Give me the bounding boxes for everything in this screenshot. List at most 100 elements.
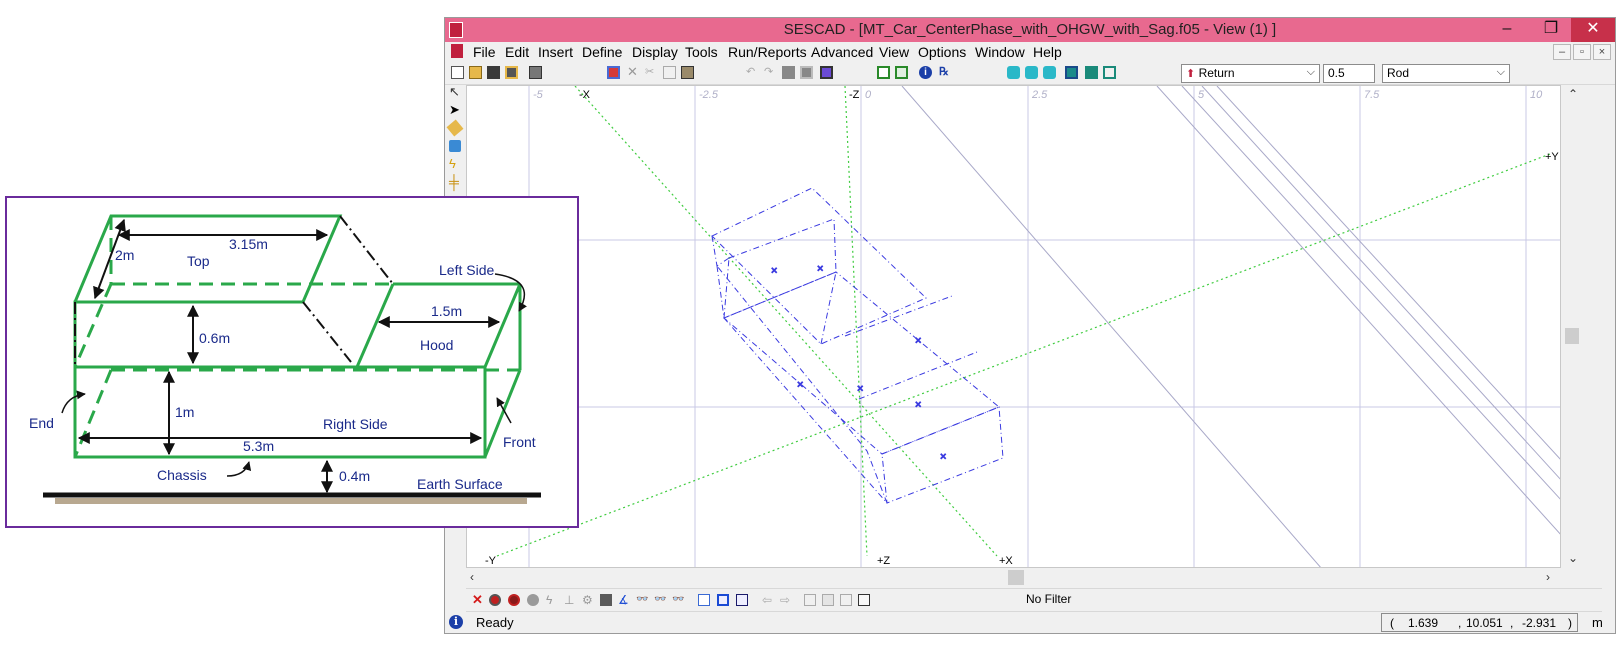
mdi-minimize-button[interactable]: – — [1553, 44, 1571, 60]
value-field[interactable]: 0.5 — [1323, 64, 1375, 83]
select-arrow-icon[interactable]: ➤ — [449, 103, 461, 116]
rx-icon[interactable]: ℞ — [939, 66, 952, 79]
sescad-window: SESCAD - [MT_Car_CenterPhase_with_OHGW_w… — [444, 17, 1616, 634]
binoculars-icon[interactable]: 👓 — [636, 594, 648, 606]
coord-y: 10.051 — [1466, 616, 1503, 630]
menu-run-reports[interactable]: Run/Reports — [728, 44, 807, 60]
scroll-down-icon[interactable]: ⌄ — [1568, 551, 1578, 565]
open-folder-icon[interactable] — [469, 66, 482, 79]
print-icon[interactable] — [529, 66, 542, 79]
cut-icon[interactable]: ✕ — [627, 65, 640, 79]
undo-icon[interactable]: ↶ — [746, 66, 759, 79]
body-height-label: 1m — [175, 404, 194, 420]
box-icon[interactable] — [600, 594, 612, 606]
layer-icon[interactable] — [804, 594, 816, 606]
sphere-icon[interactable] — [527, 594, 539, 606]
ground-icon[interactable]: ⊥ — [564, 594, 576, 606]
mode-select[interactable]: ⬆ Return ⌵ — [1181, 64, 1320, 83]
scroll-right-icon[interactable]: › — [1546, 570, 1550, 584]
coord-x: 1.639 — [1408, 616, 1439, 630]
menu-advanced[interactable]: Advanced — [811, 44, 873, 60]
save-icon[interactable] — [487, 66, 500, 79]
svg-text:×: × — [857, 383, 863, 395]
menu-define[interactable]: Define — [582, 44, 622, 60]
edit-point-icon[interactable] — [449, 140, 461, 152]
menu-options[interactable]: Options — [918, 44, 966, 60]
view-canvas[interactable]: -5 -2.5 0 2.5 5 7.5 10 -X -Z +Y -Y +Z +X — [466, 85, 1561, 568]
stop-record-icon[interactable] — [508, 594, 520, 606]
document-icon[interactable] — [451, 44, 463, 58]
vertical-scrollbar[interactable]: ⌃ ⌄ — [1562, 85, 1582, 568]
group-icon[interactable] — [782, 66, 795, 79]
grid-small-icon[interactable] — [698, 594, 710, 606]
menu-file[interactable]: File — [473, 44, 496, 60]
menu-tools[interactable]: Tools — [685, 44, 718, 60]
view-front-icon[interactable] — [1007, 66, 1020, 79]
axis-label-pos-z: +Z — [877, 555, 890, 567]
view-side-icon[interactable] — [1025, 66, 1038, 79]
object-properties-icon[interactable] — [607, 66, 620, 79]
status-text: Ready — [476, 615, 514, 630]
lightning-icon[interactable]: ϟ — [546, 594, 558, 606]
move-icon[interactable] — [877, 66, 890, 79]
shaded-icon[interactable] — [1085, 66, 1098, 79]
menu-view[interactable]: View — [879, 44, 909, 60]
type-select[interactable]: Rod ⌵ — [1382, 64, 1510, 83]
scissors-icon[interactable]: ✂ — [645, 66, 658, 79]
gear-icon[interactable]: ⚙ — [582, 594, 594, 606]
view-3d-icon[interactable] — [1065, 66, 1078, 79]
view-top-icon[interactable] — [1043, 66, 1056, 79]
menu-display[interactable]: Display — [632, 44, 678, 60]
pencil-icon[interactable] — [446, 119, 464, 137]
paste-icon[interactable] — [681, 66, 694, 79]
pointer-icon[interactable]: ↖ — [449, 85, 461, 98]
diagram-labels: 2m 3.15m Top Left Side 1.5m 0.6m Hood En… — [29, 236, 536, 492]
back-icon[interactable]: ⇦ — [762, 594, 774, 606]
grid-large-icon[interactable] — [736, 594, 748, 606]
menu-help[interactable]: Help — [1033, 44, 1062, 60]
svg-text:×: × — [915, 399, 921, 411]
title-bar[interactable]: SESCAD - [MT_Car_CenterPhase_with_OHGW_w… — [445, 18, 1615, 42]
horizontal-scroll-thumb[interactable] — [1008, 570, 1024, 585]
close-button[interactable]: ✕ — [1571, 18, 1615, 42]
conductor-icon[interactable]: ╪ — [449, 175, 461, 189]
coordinate-axes — [496, 86, 1551, 557]
copy-icon[interactable] — [663, 66, 676, 79]
mdi-restore-button[interactable]: ▫ — [1573, 44, 1591, 60]
info-icon[interactable]: i — [919, 66, 932, 79]
coord-open: ( — [1390, 616, 1394, 630]
save-all-icon[interactable] — [505, 66, 518, 79]
svg-text:×: × — [817, 263, 823, 275]
report-icon[interactable] — [858, 594, 870, 606]
vertical-scroll-thumb[interactable] — [1565, 328, 1579, 344]
grid-medium-icon[interactable] — [717, 594, 729, 606]
y-axis-line — [496, 153, 1551, 557]
minimize-button[interactable]: – — [1485, 18, 1529, 42]
unit-label: m — [1592, 615, 1603, 630]
menu-window[interactable]: Window — [975, 44, 1025, 60]
forward-icon[interactable]: ⇨ — [780, 594, 792, 606]
chassis-label: Chassis — [157, 467, 207, 483]
new-file-icon[interactable] — [451, 66, 464, 79]
delete-icon[interactable]: ✕ — [472, 593, 484, 606]
layer-props-icon[interactable] — [840, 594, 852, 606]
record-icon[interactable] — [489, 594, 501, 606]
find-all-icon[interactable]: 👓 — [672, 594, 684, 606]
angle-icon[interactable]: ∡ — [618, 594, 630, 606]
menu-edit[interactable]: Edit — [505, 44, 529, 60]
menu-insert[interactable]: Insert — [538, 44, 573, 60]
scroll-up-icon[interactable]: ⌃ — [1568, 87, 1578, 101]
svg-text:×: × — [915, 335, 921, 347]
redo-icon[interactable]: ↷ — [764, 66, 777, 79]
select-all-icon[interactable] — [820, 66, 833, 79]
restore-button[interactable]: ❐ — [1529, 18, 1573, 42]
horizontal-scrollbar[interactable]: ‹ › — [466, 568, 1562, 587]
find-next-icon[interactable]: 👓 — [654, 594, 666, 606]
scroll-left-icon[interactable]: ‹ — [470, 570, 474, 584]
rotate-icon[interactable] — [895, 66, 908, 79]
lightning-icon[interactable]: ϟ — [449, 157, 461, 170]
wireframe-icon[interactable] — [1103, 66, 1116, 79]
mdi-close-button[interactable]: × — [1593, 44, 1611, 60]
ungroup-icon[interactable] — [800, 66, 813, 79]
layer-copy-icon[interactable] — [822, 594, 834, 606]
